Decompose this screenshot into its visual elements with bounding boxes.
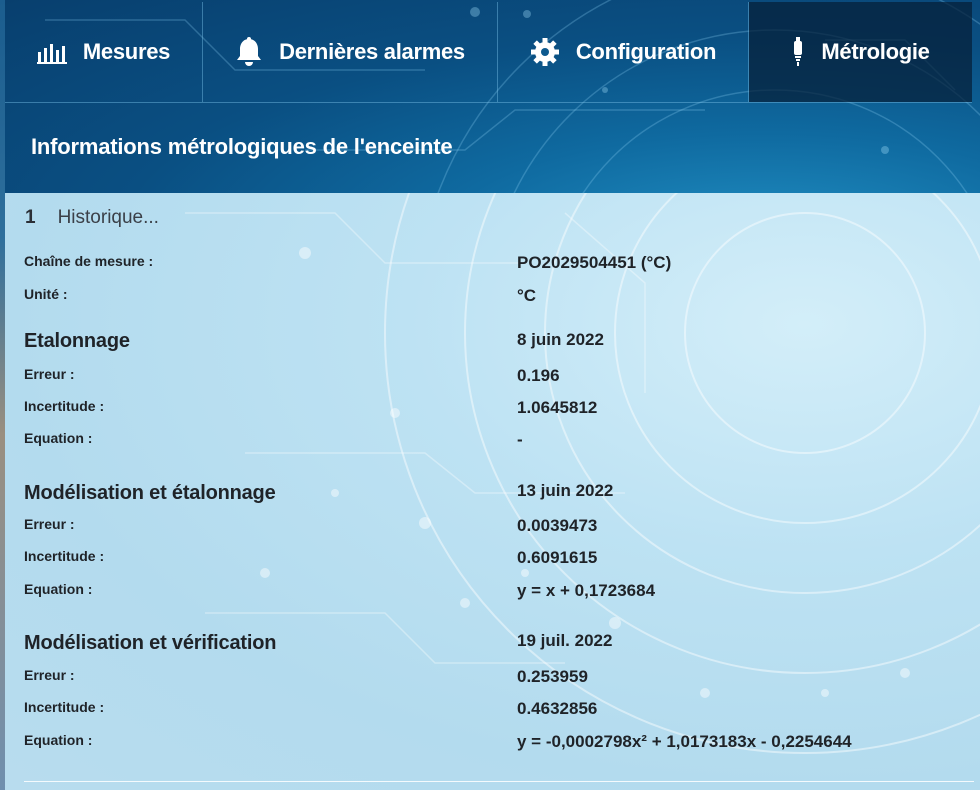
block-etalonnage-erreur-label: Erreur : [24,366,75,382]
thermometer-probe-icon [791,37,805,67]
history-number: 1 [25,207,36,228]
bell-icon [235,37,263,67]
app-frame: Mesures Dernières alarmes Configuration … [0,0,980,790]
block-modelisation-verification-erreur: 0.253959 [517,667,588,686]
chain-label: Chaîne de mesure : [24,253,154,269]
block-modelisation-etalonnage-erreur-label: Erreur : [24,516,75,532]
block-modelisation-etalonnage-incertitude-label: Incertitude : [24,548,105,564]
block-etalonnage-equation: - [517,430,523,449]
block-etalonnage-incertitude: 1.0645812 [517,398,598,417]
section-title: Informations métrologiques de l'enceinte [31,134,453,159]
tab-configuration[interactable]: Configuration [498,2,749,102]
block-modelisation-verification-erreur-label: Erreur : [24,667,75,683]
block-etalonnage-date: 8 juin 2022 [517,330,604,349]
block-modelisation-verification-title: Modélisation et vérification [24,632,277,654]
tab-metrologie[interactable]: Métrologie [749,2,972,102]
tab-mesures-label: Mesures [82,39,171,64]
block-modelisation-etalonnage-incertitude: 0.6091615 [517,548,598,567]
block-etalonnage-title: Etalonnage [24,330,130,352]
tab-mesures[interactable]: Mesures [5,2,203,102]
history-link[interactable]: 1 Historique... [25,207,159,229]
block-modelisation-verification-equation: y = -0,0002798x² + 1,0173183x - 0,225464… [517,732,852,751]
chain-value: PO2029504451 (°C) [517,253,672,272]
section-divider [24,781,974,782]
history-label: Historique... [57,207,159,228]
block-modelisation-etalonnage-equation-label: Equation : [24,581,93,597]
main-tabs: Mesures Dernières alarmes Configuration … [5,2,972,103]
block-etalonnage-equation-label: Equation : [24,430,93,446]
block-modelisation-etalonnage-erreur: 0.0039473 [517,516,598,535]
block-modelisation-etalonnage-equation: y = x + 0,1723684 [517,581,656,600]
unit-value: °C [517,286,537,305]
tab-configuration-label: Configuration [575,39,717,64]
unit-label: Unité : [24,286,68,302]
tab-dernieres-alarmes[interactable]: Dernières alarmes [203,2,498,102]
tab-dernieres-alarmes-label: Dernières alarmes [279,39,465,64]
block-modelisation-verification-equation-label: Equation : [24,732,93,748]
block-modelisation-verification-incertitude: 0.4632856 [517,699,598,718]
block-modelisation-etalonnage-title: Modélisation et étalonnage [24,482,276,504]
block-etalonnage-incertitude-label: Incertitude : [24,398,105,414]
gear-icon [530,37,560,67]
tab-metrologie-label: Métrologie [821,39,930,64]
bar-chart-icon [36,40,67,64]
block-etalonnage-erreur: 0.196 [517,366,560,385]
block-modelisation-verification-incertitude-label: Incertitude : [24,699,105,715]
block-modelisation-etalonnage-date: 13 juin 2022 [517,481,614,500]
block-modelisation-verification-date: 19 juil. 2022 [517,631,613,650]
